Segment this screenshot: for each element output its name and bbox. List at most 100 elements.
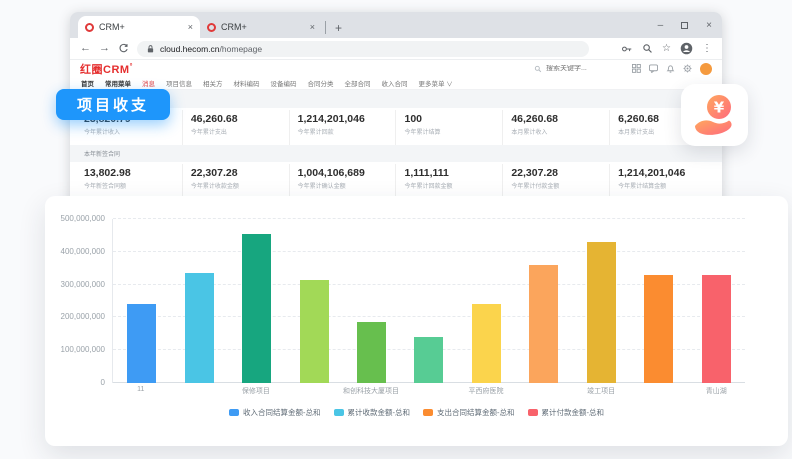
bar-slot [630,219,687,383]
legend-item[interactable]: 支出合同结算金额-总和 [423,407,515,418]
legend-marker [423,409,433,416]
stat-value: 22,307.28 [511,167,601,179]
zoom-icon[interactable] [642,43,653,54]
nav-item[interactable]: 更多菜单 ∨ [419,78,453,88]
nav-item[interactable]: 项目信息 [166,78,192,88]
y-axis-tick: 100,000,000 [61,345,106,354]
x-axis-label: 青山湖 [687,386,745,396]
y-axis-tick: 300,000,000 [61,280,106,289]
bar[interactable] [127,304,156,383]
x-axis-label: 保修项目 [227,386,285,396]
reload-icon[interactable] [118,43,129,54]
bar[interactable] [644,275,673,383]
message-icon[interactable] [649,64,658,73]
stat-value: 1,111,111 [404,167,494,179]
gear-icon[interactable] [683,64,692,73]
tab-close-icon[interactable]: × [310,22,315,32]
bell-icon[interactable] [666,64,675,73]
new-tab-button[interactable]: + [335,21,342,35]
bar-slot [688,219,745,383]
legend-marker [528,409,538,416]
stat-label: 今年累计支出 [191,127,281,136]
search-input[interactable] [546,65,624,72]
bar[interactable] [702,275,731,383]
hand-holding-yen-icon: ¥ [692,93,738,137]
legend-item[interactable]: 累计收款金额-总和 [334,407,411,418]
crm-search[interactable] [534,65,624,73]
nav-item[interactable]: 相关方 [203,78,223,88]
minimize-button[interactable]: – [658,20,664,31]
bar-slot [400,219,457,383]
user-avatar[interactable] [700,63,712,75]
tab-title: CRM+ [99,22,183,32]
chart-bars [113,219,745,383]
legend-label: 收入合同结算金额-总和 [243,407,321,418]
crm-logo: 红圈CRM° [80,61,133,77]
maximize-button[interactable] [681,22,688,29]
stat-cell: 22,307.28今年累计付款金额 [502,164,609,199]
bar-slot [515,219,572,383]
nav-item[interactable]: 消息 [142,78,155,88]
back-button[interactable]: ← [80,43,91,54]
bar-slot [113,219,170,383]
nav-item[interactable]: 全部合同 [345,78,371,88]
bookmark-star-icon[interactable]: ☆ [662,43,671,54]
profile-icon[interactable] [680,42,693,55]
stat-label: 今年新签合同额 [84,181,174,190]
svg-text:¥: ¥ [713,99,724,117]
y-axis-tick: 200,000,000 [61,312,106,321]
stat-value: 1,214,201,046 [298,113,388,125]
y-axis-tick: 400,000,000 [61,247,106,256]
stat-value: 1,214,201,046 [618,167,708,179]
nav-item[interactable]: 材料编码 [234,78,260,88]
nav-item[interactable]: 设备编码 [271,78,297,88]
toolbar-icons: ☆ ⋮ [621,42,712,55]
bar[interactable] [587,242,616,383]
bar[interactable] [242,234,271,383]
legend-item[interactable]: 收入合同结算金额-总和 [229,407,321,418]
section-header: 本年新签合同 [70,145,722,162]
stat-label: 今年累计结算金额 [618,181,708,190]
apps-grid-icon[interactable] [632,64,641,73]
crm-header: 红圈CRM° [70,60,722,77]
x-axis-label: 11 [112,386,170,396]
x-axis-label [285,386,343,396]
nav-item[interactable]: 收入合同 [382,78,408,88]
x-axis-label [515,386,573,396]
stat-cell: 1,111,111 今年累计回款金额 [395,164,502,199]
close-window-button[interactable]: × [706,20,712,31]
browser-menu-icon[interactable]: ⋮ [702,43,712,54]
nav-item[interactable]: 首页 [81,78,94,88]
bar[interactable] [357,322,386,383]
project-income-expense-badge: 项目收支 [56,89,170,120]
browser-toolbar: ← → cloud.hecom.cn/homepage [70,38,722,60]
stat-label: 今年累计结算 [404,127,494,136]
stat-cell: 13,802.98今年新签合同额 [76,164,182,199]
tab-close-icon[interactable]: × [188,22,193,32]
stat-cell: 1,214,201,046今年累计回款 [289,110,396,145]
bar-slot [573,219,630,383]
key-icon[interactable] [621,44,633,54]
section-title: 本年新签合同 [84,149,120,158]
bar[interactable] [529,265,558,383]
bar[interactable] [185,273,214,383]
bar[interactable] [472,304,501,383]
legend-label: 支出合同结算金额-总和 [437,407,515,418]
tab-crm-1[interactable]: CRM+ × [78,16,200,38]
address-bar[interactable]: cloud.hecom.cn/homepage [137,41,589,57]
stat-label: 今年累计回款金额 [404,181,494,190]
stat-cell: 46,260.68本月累计收入 [502,110,609,145]
nav-item[interactable]: 合同分类 [308,78,334,88]
search-icon [534,65,542,73]
bar[interactable] [300,280,329,383]
chart-plot: 0100,000,000200,000,000300,000,000400,00… [112,219,745,383]
stat-value: 22,307.28 [191,167,281,179]
stats-row-2: 13,802.98今年新签合同额22,307.28今年累计收款金额1,004,1… [70,162,722,199]
nav-item[interactable]: 常用菜单 [105,78,131,88]
bar[interactable] [414,337,443,383]
forward-button[interactable]: → [99,43,110,54]
legend-item[interactable]: 累计付款金额-总和 [528,407,605,418]
tab-crm-2[interactable]: CRM+ × [200,16,322,38]
url-path: /homepage [220,44,263,54]
x-axis-label [400,386,458,396]
